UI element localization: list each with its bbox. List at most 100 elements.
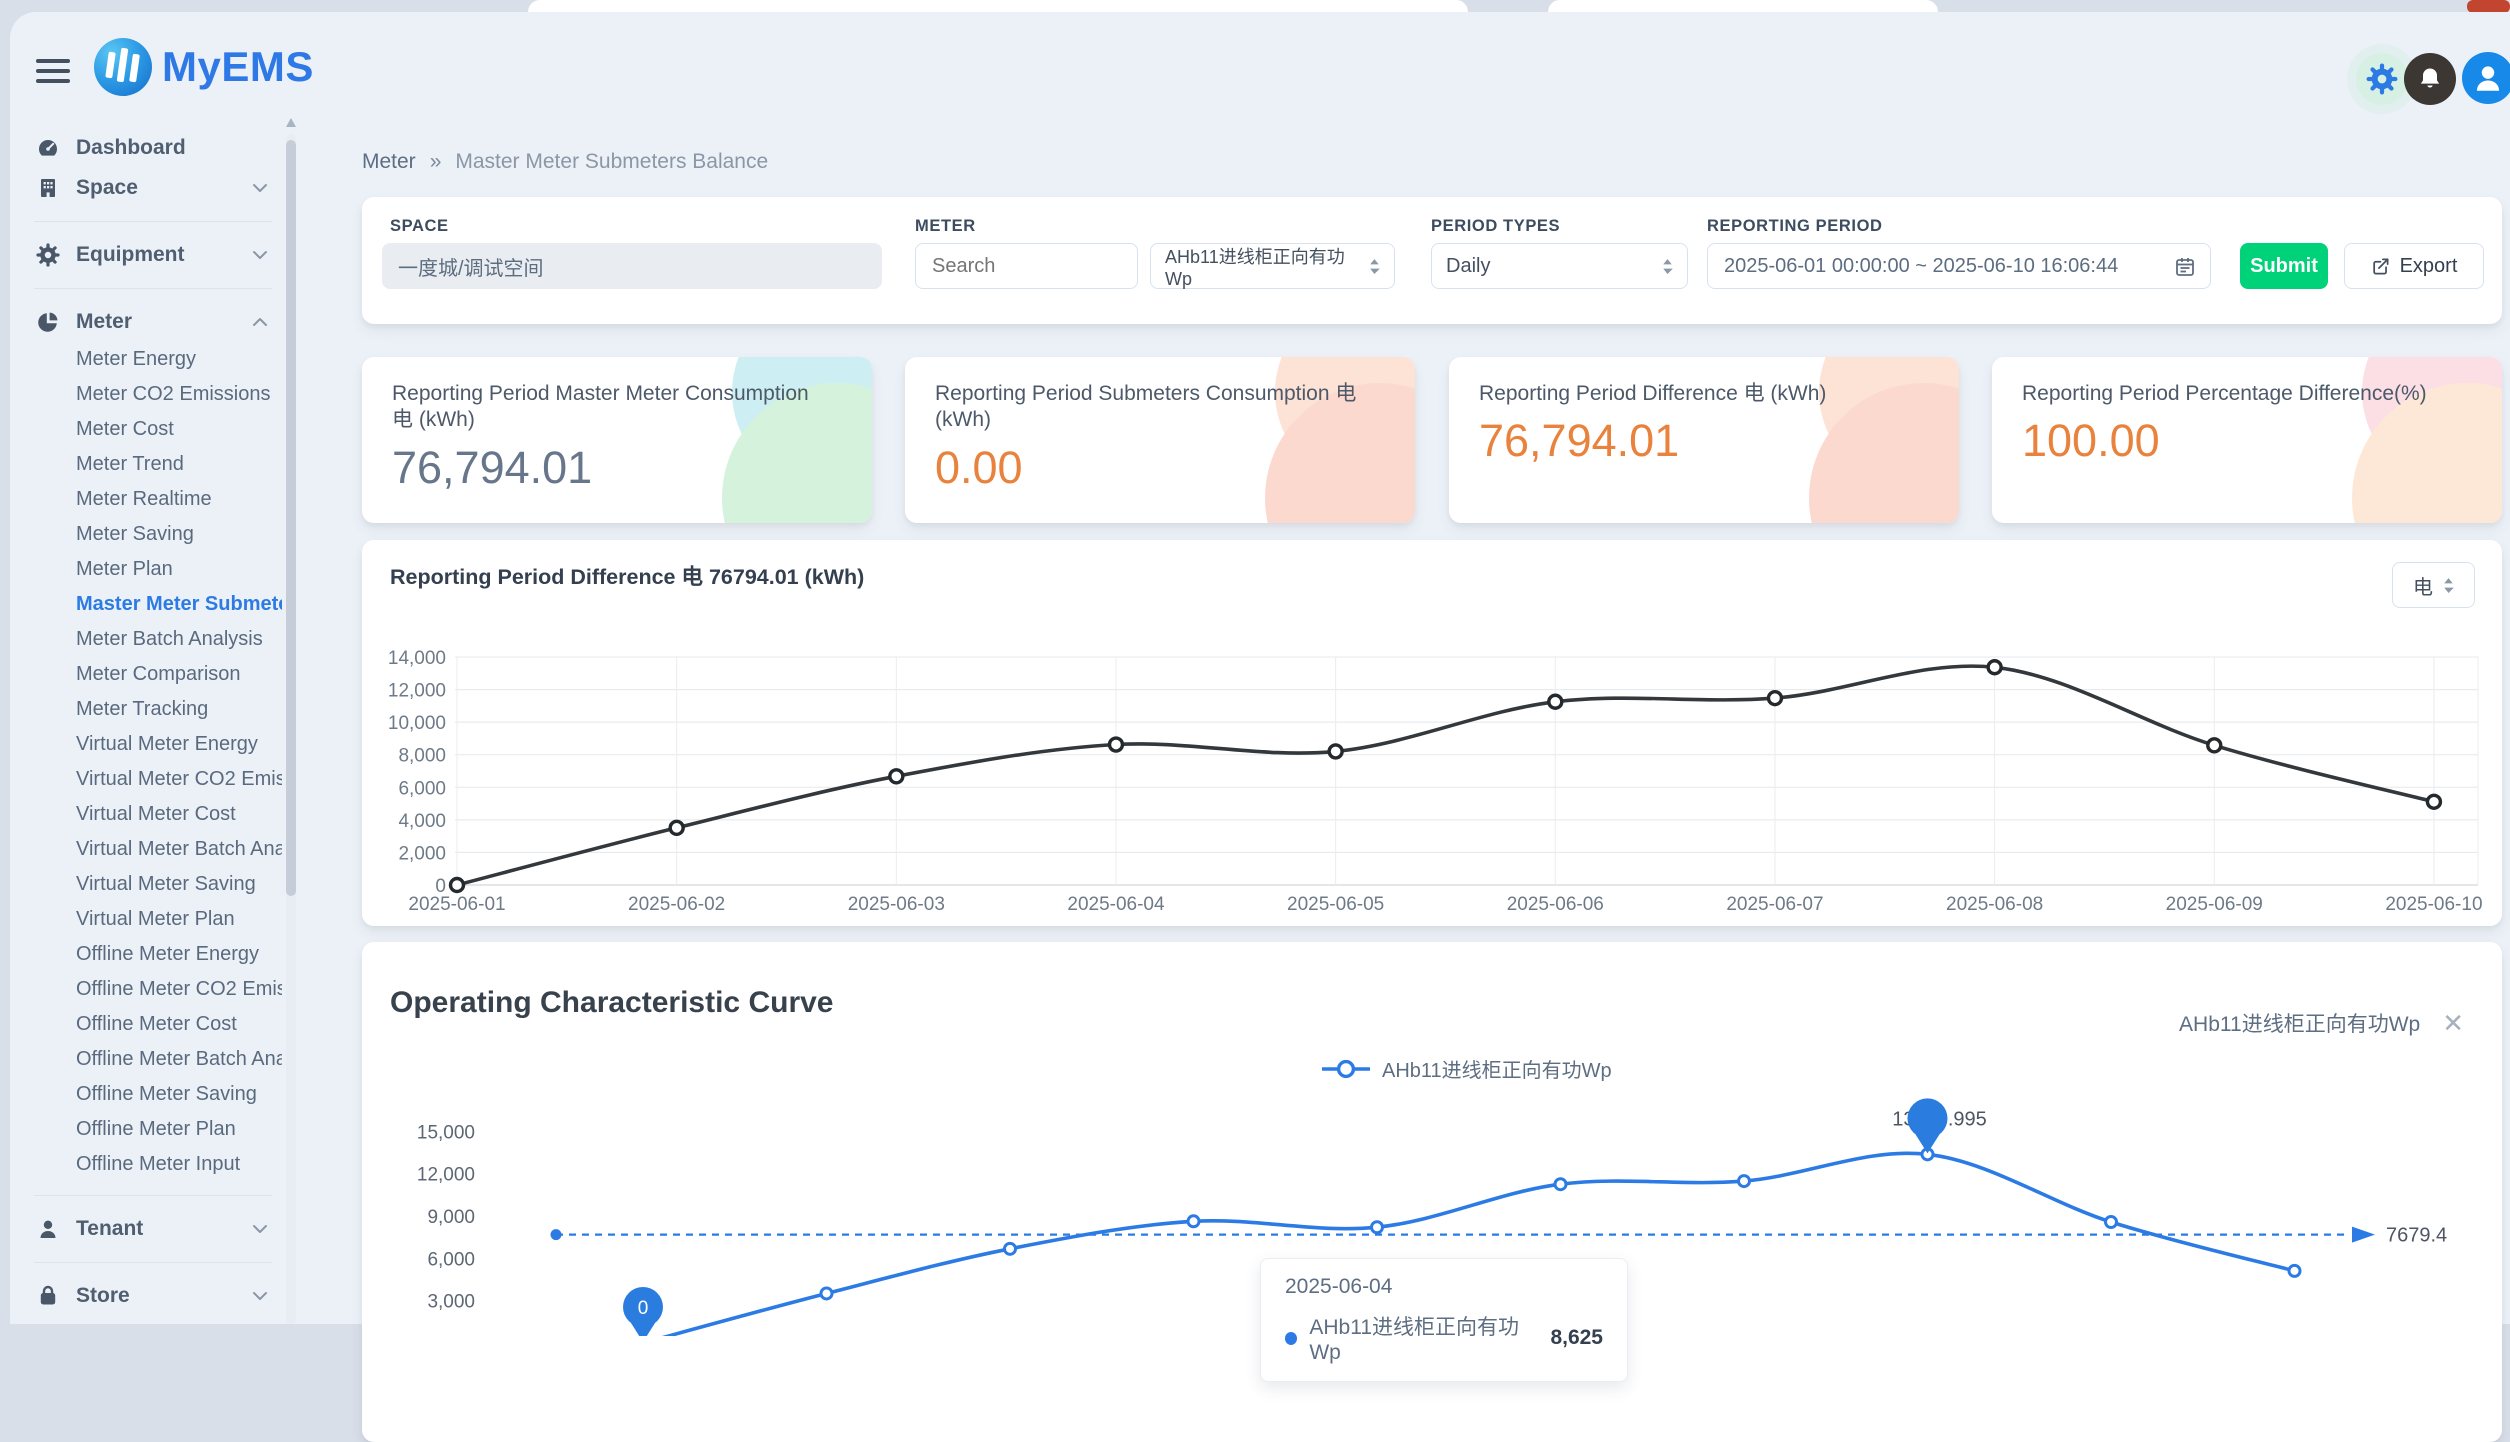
- svg-text:2025-06-09: 2025-06-09: [2166, 894, 2263, 914]
- notifications-bell-button[interactable]: [2404, 53, 2456, 105]
- svg-text:7679.4: 7679.4: [2386, 1225, 2447, 1247]
- settings-gear-button[interactable]: [2356, 53, 2408, 105]
- metric-card-value: 0.00: [935, 442, 1415, 494]
- metric-card-2: Reporting Period Difference 电 (kWh)76,79…: [1449, 357, 1959, 523]
- breadcrumb-section[interactable]: Meter: [362, 150, 416, 174]
- sidebar-subitem-meter-realtime[interactable]: Meter Realtime: [30, 482, 282, 517]
- period-types-label: PERIOD TYPES: [1431, 217, 1560, 236]
- space-label: SPACE: [390, 217, 449, 236]
- sidebar-item-space[interactable]: Space: [30, 168, 282, 208]
- sidebar-subitem-offline-meter-cost[interactable]: Offline Meter Cost: [30, 1007, 282, 1042]
- chart-tooltip: 2025-06-04 AHb11进线柜正向有功Wp 8,625: [1260, 1258, 1628, 1382]
- sidebar-subitem-offline-meter-plan[interactable]: Offline Meter Plan: [30, 1112, 282, 1147]
- sidebar-subitem-meter-trend[interactable]: Meter Trend: [30, 447, 282, 482]
- svg-text:9,000: 9,000: [427, 1207, 475, 1228]
- sidebar-item-equipment[interactable]: Equipment: [30, 235, 282, 275]
- difference-line-chart[interactable]: 02,0004,0006,0008,00010,00012,00014,0002…: [380, 630, 2490, 914]
- sidebar-subitem-meter-energy[interactable]: Meter Energy: [30, 342, 282, 377]
- sidebar-subitem-meter-saving[interactable]: Meter Saving: [30, 517, 282, 552]
- svg-text:8,000: 8,000: [398, 746, 446, 767]
- chart2-title: Operating Characteristic Curve: [390, 986, 833, 1020]
- sidebar-scrollbar-thumb[interactable]: [286, 140, 296, 896]
- close-icon[interactable]: ✕: [2442, 1010, 2464, 1036]
- calendar-icon[interactable]: [2173, 254, 2197, 278]
- sidebar-item-meter[interactable]: Meter: [30, 302, 282, 342]
- svg-text:2025-06-01: 2025-06-01: [408, 894, 505, 914]
- meter-select[interactable]: AHb11进线柜正向有功Wp: [1150, 243, 1395, 289]
- metric-card-0: Reporting Period Master Meter Consumptio…: [362, 357, 872, 523]
- tooltip-series-dot: [1285, 1332, 1297, 1345]
- updown-arrows-icon: [1369, 258, 1380, 275]
- sidebar-subitem-meter-batch-analysis[interactable]: Meter Batch Analysis: [30, 622, 282, 657]
- sidebar-item-tenant[interactable]: Tenant: [30, 1209, 282, 1249]
- reporting-period-input[interactable]: [1707, 243, 2211, 289]
- sidebar-subitem-offline-meter-co2-emissions[interactable]: Offline Meter CO2 Emissions: [30, 972, 282, 1007]
- sidebar-subitem-meter-comparison[interactable]: Meter Comparison: [30, 657, 282, 692]
- updown-arrows-icon: [2443, 577, 2454, 594]
- tooltip-value: 8,625: [1550, 1326, 1603, 1350]
- user-icon: [2471, 61, 2505, 95]
- submit-button[interactable]: Submit: [2240, 243, 2328, 289]
- sidebar-item-store[interactable]: Store: [30, 1276, 282, 1316]
- chart1-title: Reporting Period Difference 电 76794.01 (…: [390, 560, 864, 591]
- building-icon: [36, 176, 60, 200]
- sidebar-subitem-meter-tracking[interactable]: Meter Tracking: [30, 692, 282, 727]
- sidebar-item-label: Equipment: [76, 243, 185, 267]
- svg-text:2025-06-02: 2025-06-02: [628, 894, 725, 914]
- export-button[interactable]: Export: [2344, 243, 2484, 289]
- app-logo[interactable]: MyEMS: [94, 38, 314, 96]
- space-input[interactable]: [382, 243, 882, 289]
- gear-icon: [2366, 63, 2398, 95]
- sidebar-subitem-master-meter-submeters-balance[interactable]: Master Meter Submeters Balance: [30, 587, 282, 622]
- chart2-legend[interactable]: AHb11进线柜正向有功Wp: [1322, 1054, 1612, 1083]
- sidebar-subitem-offline-meter-saving[interactable]: Offline Meter Saving: [30, 1077, 282, 1112]
- sidebar-subitem-meter-co2-emissions[interactable]: Meter CO2 Emissions: [30, 377, 282, 412]
- sidebar-subitem-meter-plan[interactable]: Meter Plan: [30, 552, 282, 587]
- metric-card-value: 76,794.01: [392, 442, 872, 494]
- meter-select-value: AHb11进线柜正向有功Wp: [1165, 243, 1369, 290]
- metric-card-title: Reporting Period Difference 电 (kWh): [1479, 381, 1909, 407]
- sidebar-subitem-virtual-meter-saving[interactable]: Virtual Meter Saving: [30, 867, 282, 902]
- hamburger-menu-button[interactable]: [36, 59, 70, 87]
- sidebar-item-label: Space: [76, 176, 138, 200]
- metric-card-title: Reporting Period Submeters Consumption 电…: [935, 381, 1365, 434]
- sidebar-item-label: Dashboard: [76, 136, 186, 160]
- sidebar-subitem-virtual-meter-plan[interactable]: Virtual Meter Plan: [30, 902, 282, 937]
- svg-text:4,000: 4,000: [398, 811, 446, 832]
- tooltip-series-name: AHb11进线柜正向有功Wp: [1309, 1311, 1538, 1365]
- svg-text:2025-06-07: 2025-06-07: [1726, 894, 1823, 914]
- app-title: MyEMS: [162, 43, 314, 91]
- sidebar-subitem-offline-meter-input[interactable]: Offline Meter Input: [30, 1147, 282, 1182]
- period-types-select[interactable]: Daily: [1431, 243, 1688, 289]
- tooltip-date: 2025-06-04: [1285, 1275, 1603, 1299]
- svg-text:15,000: 15,000: [417, 1122, 475, 1143]
- person-icon: [36, 1217, 60, 1241]
- user-avatar-button[interactable]: [2462, 52, 2510, 104]
- sidebar-subitem-offline-meter-energy[interactable]: Offline Meter Energy: [30, 937, 282, 972]
- sidebar-subitem-meter-cost[interactable]: Meter Cost: [30, 412, 282, 447]
- sidebar-subitem-virtual-meter-cost[interactable]: Virtual Meter Cost: [30, 797, 282, 832]
- sidebar-subitem-virtual-meter-batch-analysis[interactable]: Virtual Meter Batch Analysis: [30, 832, 282, 867]
- sidebar-item-label: Tenant: [76, 1217, 143, 1241]
- sidebar-scroll-up-arrow[interactable]: [286, 118, 296, 127]
- svg-text:0: 0: [638, 1298, 649, 1319]
- svg-text:2025-06-04: 2025-06-04: [1067, 894, 1165, 914]
- updown-arrows-icon: [1662, 258, 1673, 275]
- meter-search-input[interactable]: [915, 243, 1138, 289]
- sidebar-item-dashboard[interactable]: Dashboard: [30, 128, 282, 168]
- breadcrumb: Meter » Master Meter Submeters Balance: [362, 150, 768, 174]
- sidebar-divider: [34, 221, 272, 222]
- svg-text:2025-06-05: 2025-06-05: [1287, 894, 1384, 914]
- energy-unit-select[interactable]: 电: [2392, 562, 2475, 608]
- svg-text:12,000: 12,000: [388, 681, 446, 702]
- gear-icon: [36, 243, 60, 267]
- svg-text:2025-06-03: 2025-06-03: [848, 894, 945, 914]
- sidebar-subitem-virtual-meter-energy[interactable]: Virtual Meter Energy: [30, 727, 282, 762]
- svg-text:12,000: 12,000: [417, 1165, 475, 1186]
- svg-text:6,000: 6,000: [427, 1249, 475, 1270]
- sidebar-subitem-offline-meter-batch-analysis[interactable]: Offline Meter Batch Analysis: [30, 1042, 282, 1077]
- svg-text:10,000: 10,000: [388, 713, 446, 734]
- sidebar-subitem-virtual-meter-co2-emissions[interactable]: Virtual Meter CO2 Emissions: [30, 762, 282, 797]
- series-tag: AHb11进线柜正向有功Wp ✕: [2179, 1008, 2464, 1038]
- sidebar-divider: [34, 1262, 272, 1263]
